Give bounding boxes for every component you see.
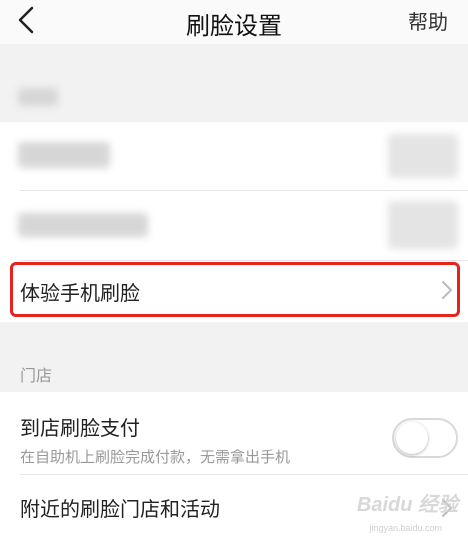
baidu-watermark-url: jingyan.baidu.com bbox=[369, 523, 442, 533]
help-button[interactable]: 帮助 bbox=[408, 6, 448, 35]
blurred-text bbox=[18, 213, 148, 237]
store-section-label: 门店 bbox=[20, 368, 53, 385]
store-face-pay-label: 到店刷脸支付 bbox=[20, 418, 140, 440]
blurred-toggle bbox=[388, 134, 458, 178]
blurred-text bbox=[18, 142, 110, 168]
store-face-pay-toggle[interactable] bbox=[392, 418, 458, 458]
blurred-setting-row-2[interactable] bbox=[0, 191, 468, 259]
header-bar: 刷脸设置 帮助 bbox=[0, 0, 468, 44]
toggle-knob bbox=[396, 422, 428, 454]
nearby-stores-label: 附近的刷脸门店和活动 bbox=[20, 499, 220, 521]
store-face-pay-row: 到店刷脸支付 在自助机上刷脸完成付款，无需拿出手机 bbox=[0, 392, 468, 474]
page-title: 刷脸设置 bbox=[186, 13, 282, 40]
blurred-setting-row-1[interactable] bbox=[0, 122, 468, 190]
blurred-section-label bbox=[18, 88, 58, 106]
baidu-watermark: Baidu 经验 bbox=[356, 494, 458, 516]
store-face-pay-description: 在自助机上刷脸完成付款，无需拿出手机 bbox=[20, 449, 291, 466]
highlight-box bbox=[10, 262, 460, 317]
blurred-toggle bbox=[388, 201, 458, 249]
